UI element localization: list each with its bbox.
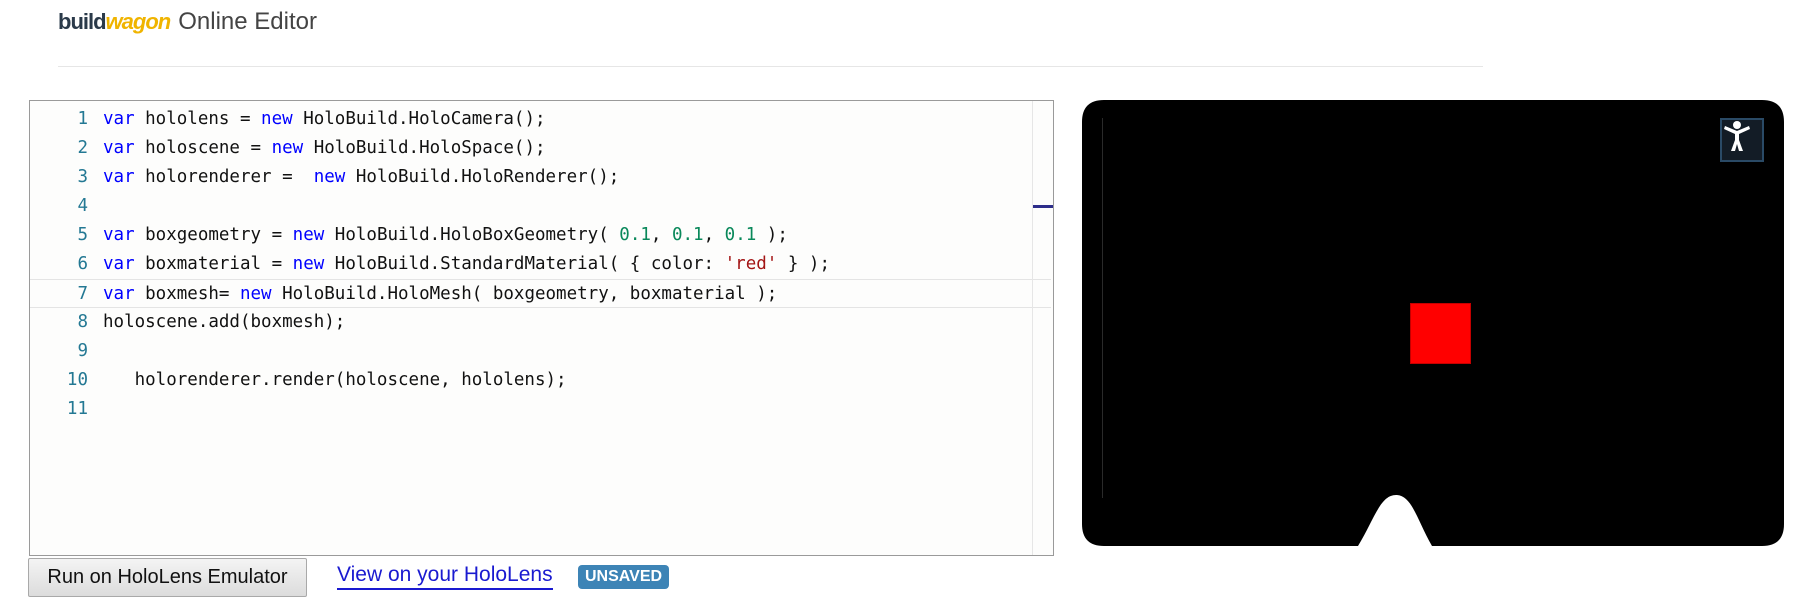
line-number: 11 [66,399,88,419]
code-line[interactable]: 8 holoscene.add(boxmesh); [30,308,1053,337]
code-line[interactable]: 5 var boxgeometry = new HoloBuild.HoloBox… [30,221,1053,250]
code-text: , [703,225,725,245]
line-code[interactable]: holorenderer.render(holoscene, hololens)… [103,366,567,395]
code-editor[interactable]: 1 var hololens = new HoloBuild.HoloCamera… [29,100,1054,556]
code-line[interactable]: 10 holorenderer.render(holoscene, holole… [30,366,1053,395]
header-divider [58,66,1483,67]
code-keyword: var [103,109,135,129]
code-line[interactable]: 7 var boxmesh= new HoloBuild.HoloMesh( bo… [30,279,1051,308]
code-text: HoloBuild.HoloSpace(); [303,138,546,158]
red-box-mesh [1410,303,1471,364]
line-code[interactable]: var boxmesh= new HoloBuild.HoloMesh( box… [103,280,777,309]
code-text: , [650,225,672,245]
enter-vr-button[interactable] [1720,118,1764,162]
code-keyword: new [271,138,304,158]
status-badge: UNSAVED [578,565,670,589]
code-keyword: var [103,138,135,158]
app-title: Online Editor [178,8,317,35]
code-string: 'red' [724,254,778,274]
editor-scrollbar[interactable] [1032,101,1033,555]
run-on-emulator-button[interactable]: Run on HoloLens Emulator [28,558,307,597]
line-number: 9 [77,341,88,361]
code-line[interactable]: 6 var boxmaterial = new HoloBuild.Standar… [30,250,1053,279]
code-keyword: new [292,254,325,274]
code-line[interactable]: 3 var holorenderer = new HoloBuild.HoloRe… [30,163,1053,192]
code-text: holoscene = [134,138,272,158]
code-text: boxgeometry = [134,225,293,245]
line-number: 2 [77,138,88,158]
line-code[interactable]: var hololens = new HoloBuild.HoloCamera(… [103,105,546,134]
code-text: hololens = [134,109,262,129]
code-keyword: new [292,225,325,245]
code-text: HoloBuild.HoloRenderer(); [345,167,620,187]
code-keyword: var [103,284,135,304]
line-number: 8 [77,312,88,332]
code-line[interactable]: 9 [30,337,1053,366]
code-text: HoloBuild.HoloMesh( boxgeometry, boxmate… [271,284,778,304]
code-text: boxmesh= [134,284,240,304]
code-number: 0.1 [619,225,651,245]
line-number: 10 [66,370,88,390]
code-text: HoloBuild.StandardMaterial( { color: [324,254,725,274]
scrollbar-cursor-marker [1033,205,1053,208]
line-number: 7 [77,284,88,304]
app-header: buildwagon Online Editor [58,8,317,38]
code-text: } ); [777,254,831,274]
code-keyword: new [261,109,293,129]
code-text: holoscene.add(boxmesh); [103,312,346,332]
line-number: 5 [77,225,88,245]
code-lines-container[interactable]: 1 var hololens = new HoloBuild.HoloCamera… [30,105,1053,424]
code-line[interactable]: 1 var hololens = new HoloBuild.HoloCamera… [30,105,1053,134]
code-text: holorenderer.render(holoscene, hololens)… [103,370,567,390]
line-code[interactable]: holoscene.add(boxmesh); [103,308,345,337]
code-keyword: var [103,225,135,245]
code-keyword: new [239,284,272,304]
line-number: 3 [77,167,88,187]
logo-build-text: build [58,9,107,34]
code-line[interactable]: 2 var holoscene = new HoloBuild.HoloSpace… [30,134,1053,163]
line-code[interactable]: var holoscene = new HoloBuild.HoloSpace(… [103,134,546,163]
code-keyword: var [103,167,135,187]
code-text: holorenderer = [134,167,314,187]
code-number: 0.1 [724,225,757,245]
code-text: HoloBuild.HoloBoxGeometry( [324,225,620,245]
code-line[interactable]: 4 [30,192,1053,221]
line-code[interactable]: var boxmaterial = new HoloBuild.Standard… [103,250,830,279]
buildwagon-logo[interactable]: buildwagon [58,9,172,35]
logo-wagon-text: wagon [105,9,172,34]
line-number: 6 [77,254,88,274]
code-keyword: new [313,167,346,187]
line-number: 1 [77,109,88,129]
line-code[interactable]: var boxgeometry = new HoloBuild.HoloBoxG… [103,221,788,250]
hololens-preview[interactable] [1082,100,1784,546]
code-text: HoloBuild.HoloCamera(); [292,109,546,129]
view-on-hololens-link[interactable]: View on your HoloLens [337,563,553,590]
line-code[interactable]: var holorenderer = new HoloBuild.HoloRen… [103,163,619,192]
viewport-edge-line [1102,118,1103,498]
code-text: boxmaterial = [134,254,293,274]
code-keyword: var [103,254,135,274]
code-text: ); [756,225,788,245]
code-number: 0.1 [671,225,704,245]
code-line[interactable]: 11 [30,395,1053,424]
line-number: 4 [77,196,88,216]
